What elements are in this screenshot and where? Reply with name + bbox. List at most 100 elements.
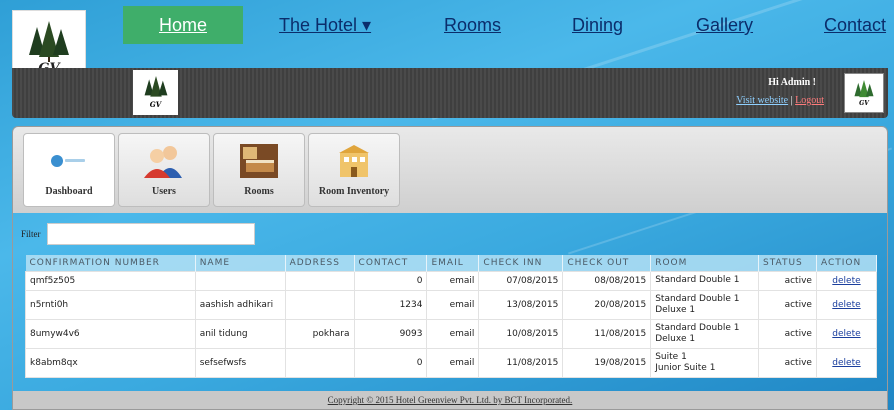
cell-checkin: 07/08/2015: [478, 270, 564, 291]
tab-dashboard[interactable]: Dashboard: [23, 133, 115, 207]
admin-bar: GV Hi Admin ! Visit website | Logout GV: [12, 68, 888, 118]
users-icon: [144, 144, 184, 178]
room-entry: Deluxe 1: [655, 333, 696, 344]
cell-checkout: 19/08/2015: [562, 347, 652, 378]
cell-email: email: [426, 318, 480, 349]
filter-label: Filter: [21, 229, 41, 239]
nav-contact[interactable]: Contact: [824, 6, 886, 44]
room-inventory-icon: [335, 144, 373, 178]
filter-input[interactable]: [46, 223, 255, 245]
cell-checkout: 20/08/2015: [562, 289, 652, 320]
col-check-out[interactable]: CHECK OUT: [562, 255, 652, 271]
col-email[interactable]: EMAIL: [426, 255, 480, 271]
cell-name: anil tidung: [194, 318, 286, 349]
delete-link[interactable]: delete: [815, 318, 878, 349]
admin-greeting: Hi Admin !: [768, 77, 816, 88]
logout-link[interactable]: Logout: [795, 95, 824, 106]
room-entry: Suite 1: [655, 351, 687, 362]
cell-confirmation: 8umyw4v6: [25, 318, 196, 349]
avatar-logo-text: GV: [859, 99, 869, 107]
cell-contact: 0: [353, 347, 428, 378]
rooms-icon: [240, 144, 278, 178]
col-check-inn[interactable]: CHECK INN: [478, 255, 564, 271]
tab-users-label: Users: [152, 186, 176, 197]
cell-status: active: [758, 289, 817, 320]
col-address[interactable]: ADDRESS: [285, 255, 355, 271]
delete-link[interactable]: delete: [815, 289, 878, 320]
delete-link[interactable]: delete: [815, 347, 878, 378]
tab-users[interactable]: Users: [118, 133, 210, 207]
cell-contact: 1234: [353, 289, 428, 320]
tabs-bar: Dashboard Users Rooms Room Inventory: [13, 127, 887, 213]
col-action[interactable]: ACTION: [816, 255, 878, 271]
pine-trees-icon: [29, 20, 69, 62]
cell-name: [194, 270, 286, 291]
cell-confirmation: qmf5z505: [25, 270, 196, 291]
cell-room: Suite 1 Junior Suite 1: [650, 347, 759, 378]
admin-avatar[interactable]: GV: [844, 73, 884, 113]
admin-logo-text: GV: [149, 100, 162, 109]
cell-email: email: [426, 289, 480, 320]
cell-email: email: [426, 270, 480, 291]
table-row: k8abm8qx sefsefwsfs 0 email 11/08/2015 1…: [25, 347, 878, 378]
copyright-link[interactable]: Copyright © 2015 Hotel Greenview Pvt. Lt…: [328, 395, 573, 405]
cell-room: Standard Double 1 Deluxe 1: [650, 318, 759, 349]
cell-contact: 9093: [353, 318, 428, 349]
col-room[interactable]: ROOM: [650, 255, 759, 271]
dashboard-icon: [50, 144, 88, 178]
table-header-row: CONFIRMATION NUMBER NAME ADDRESS CONTACT…: [25, 255, 878, 271]
tab-room-inventory[interactable]: Room Inventory: [308, 133, 400, 207]
cell-status: active: [758, 318, 817, 349]
cell-contact: 0: [353, 270, 428, 291]
main-nav: Home The Hotel ▾ Rooms Dining Gallery Co…: [123, 6, 894, 44]
visit-website-link[interactable]: Visit website: [736, 95, 788, 106]
cell-status: active: [758, 347, 817, 378]
cell-checkin: 13/08/2015: [478, 289, 564, 320]
room-entry: Standard Double 1: [655, 322, 740, 333]
pine-trees-icon: [144, 76, 167, 97]
table-row: qmf5z505 0 email 07/08/2015 08/08/2015 S…: [25, 270, 878, 291]
link-separator: |: [790, 95, 793, 106]
cell-checkout: 11/08/2015: [562, 318, 652, 349]
tab-rooms[interactable]: Rooms: [213, 133, 305, 207]
table-row: 8umyw4v6 anil tidung pokhara 9093 email …: [25, 318, 878, 349]
cell-confirmation: k8abm8qx: [25, 347, 196, 378]
cell-confirmation: n5rnti0h: [25, 289, 196, 320]
admin-panel: Dashboard Users Rooms Room Inventory Fil…: [12, 126, 888, 410]
cell-checkout: 08/08/2015: [562, 270, 652, 291]
room-entry: Standard Double 1: [655, 275, 740, 285]
table-row: n5rnti0h aashish adhikari 1234 email 13/…: [25, 289, 878, 320]
cell-room: Standard Double 1: [650, 270, 759, 291]
delete-link[interactable]: delete: [815, 270, 878, 291]
nav-the-hotel[interactable]: The Hotel ▾: [279, 6, 371, 44]
admin-links: Visit website | Logout: [736, 95, 824, 106]
nav-rooms[interactable]: Rooms: [444, 6, 501, 44]
tab-room-inventory-label: Room Inventory: [318, 186, 390, 197]
filter-row: Filter: [21, 223, 255, 245]
cell-checkin: 10/08/2015: [478, 318, 564, 349]
cell-room: Standard Double 1 Deluxe 1: [650, 289, 759, 320]
cell-name: sefsefwsfs: [194, 347, 286, 378]
cell-checkin: 11/08/2015: [478, 347, 564, 378]
col-confirmation-number[interactable]: CONFIRMATION NUMBER: [25, 255, 196, 271]
nav-gallery[interactable]: Gallery: [696, 6, 753, 44]
admin-logo[interactable]: GV: [133, 70, 178, 115]
pine-trees-icon: [854, 79, 874, 97]
cell-address: [284, 347, 355, 378]
nav-dining[interactable]: Dining: [572, 6, 623, 44]
room-entry: Standard Double 1: [655, 293, 740, 304]
room-entry: Junior Suite 1: [655, 362, 716, 373]
col-status[interactable]: STATUS: [758, 255, 817, 271]
tab-rooms-label: Rooms: [244, 186, 274, 197]
cell-email: email: [426, 347, 480, 378]
cell-address: pokhara: [284, 318, 355, 349]
footer: Copyright © 2015 Hotel Greenview Pvt. Lt…: [13, 391, 887, 409]
cell-address: [284, 289, 355, 320]
cell-status: active: [758, 270, 817, 291]
room-entry: Deluxe 1: [655, 304, 696, 315]
bookings-table: CONFIRMATION NUMBER NAME ADDRESS CONTACT…: [25, 255, 878, 378]
nav-home[interactable]: Home: [123, 6, 243, 44]
col-name[interactable]: NAME: [195, 255, 286, 271]
tab-dashboard-label: Dashboard: [45, 186, 93, 197]
col-contact[interactable]: CONTACT: [354, 255, 428, 271]
